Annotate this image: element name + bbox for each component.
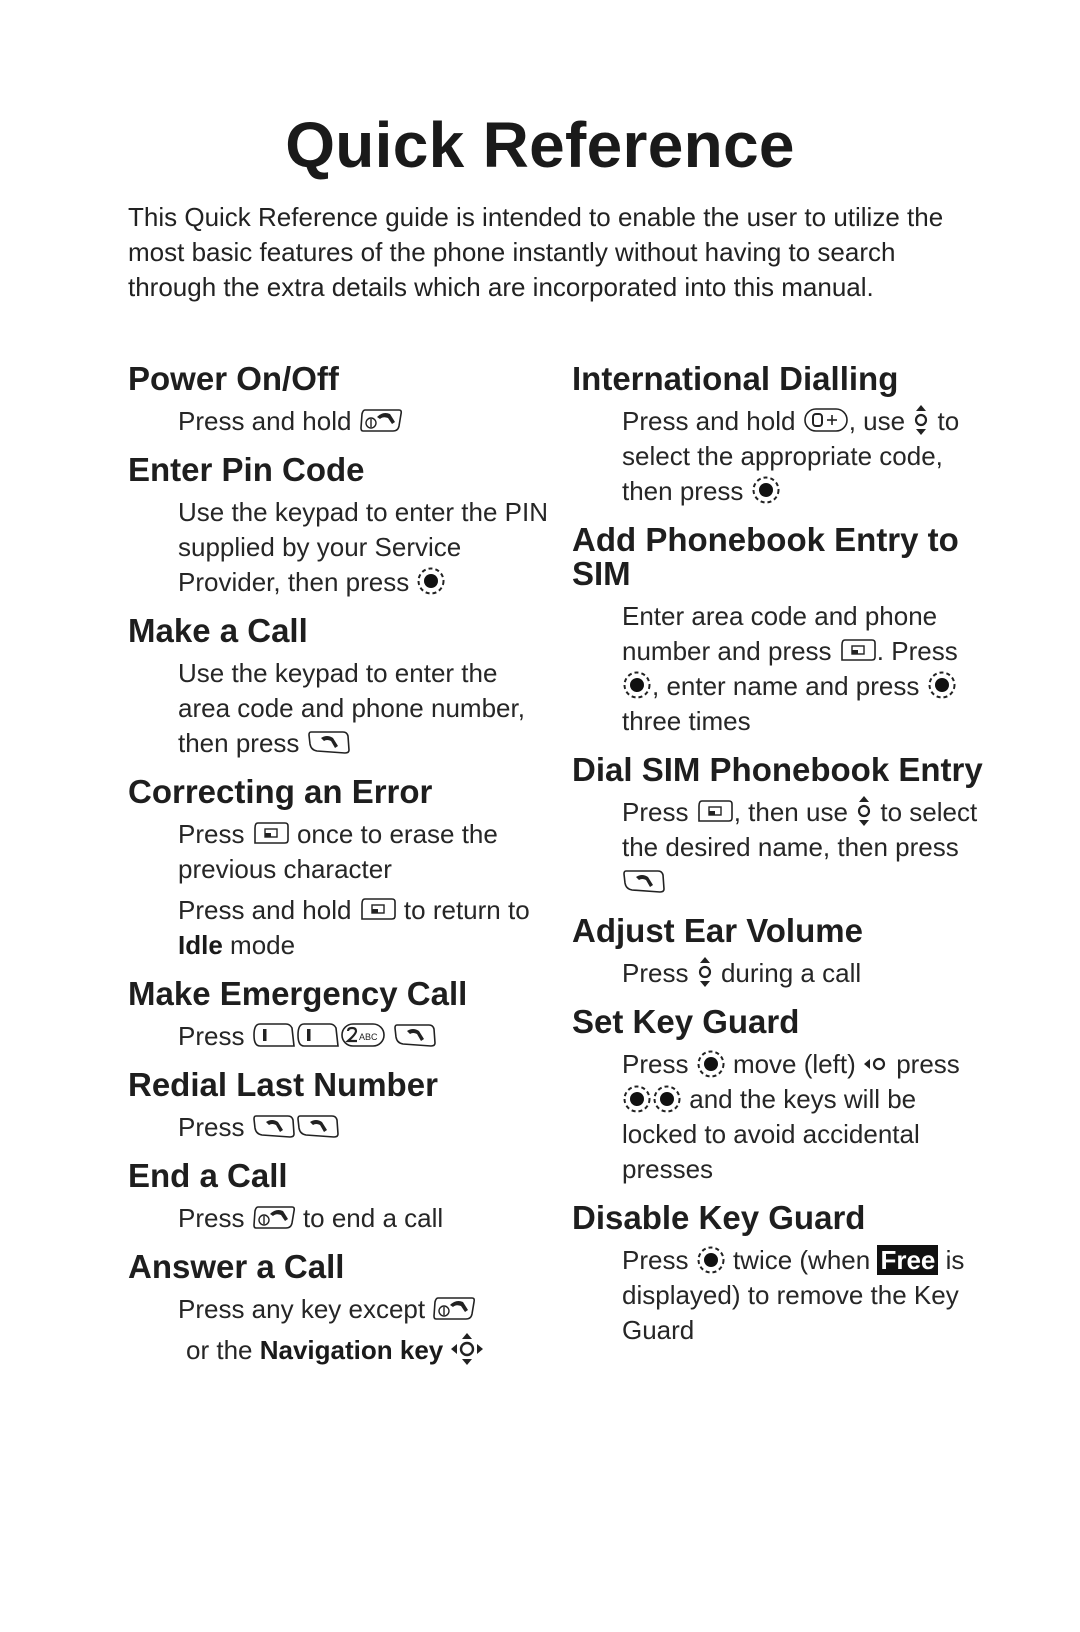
send-key-icon — [622, 867, 666, 895]
instruction-text: Press — [622, 1245, 689, 1276]
section-heading: Make a Call — [128, 612, 308, 649]
instruction-text: . Press — [876, 636, 958, 667]
section-heading: Dial SIM Phonebook Entry — [572, 751, 983, 789]
key-1-icon — [252, 1021, 296, 1049]
section-international-dialling: International Dialling Press and hold , … — [572, 362, 992, 509]
section-heading: Answer a Call — [128, 1248, 345, 1285]
idle-mode-label: Idle — [178, 930, 223, 960]
clear-key-icon — [839, 637, 877, 663]
instruction-text: Press — [622, 1049, 689, 1080]
section-heading: Enter Pin Code — [128, 451, 365, 488]
section-heading: Add Phonebook Entry to SIM — [572, 521, 959, 593]
instruction-text: Press — [622, 797, 689, 828]
instruction-text: press — [896, 1049, 960, 1080]
instruction-text: Press — [178, 1021, 245, 1051]
instruction-text: , enter name and press — [652, 671, 920, 702]
section-correcting-an-error: Correcting an Error Press once to erase … — [128, 775, 548, 963]
section-heading: International Dialling — [572, 360, 899, 397]
instruction-text: twice (when — [732, 1245, 871, 1276]
instruction-text: Press and hold — [622, 406, 796, 436]
left-nav-icon — [863, 1055, 889, 1073]
up-down-nav-icon — [912, 404, 930, 436]
free-status-badge: Free — [877, 1245, 939, 1276]
instruction-text: Press — [178, 1203, 245, 1233]
instruction-text: move (left) — [732, 1049, 856, 1080]
intro-paragraph: This Quick Reference guide is intended t… — [128, 202, 944, 302]
key-1-icon — [296, 1021, 340, 1049]
send-key-icon — [307, 728, 351, 756]
section-heading: Correcting an Error — [128, 773, 433, 810]
up-down-nav-icon — [855, 795, 873, 827]
power-end-key-icon — [432, 1294, 476, 1322]
section-heading: Redial Last Number — [128, 1066, 438, 1103]
instruction-text: , use — [848, 406, 906, 436]
section-heading: Make Emergency Call — [128, 975, 468, 1012]
instruction-text: or the — [186, 1335, 253, 1365]
instruction-text: Press — [178, 819, 245, 849]
page-title: Quick Reference — [285, 109, 795, 181]
send-key-icon — [252, 1112, 296, 1140]
section-disable-key-guard: Disable Key Guard Press twice (when Free… — [572, 1201, 992, 1348]
section-dial-sim-phonebook-entry: Dial SIM Phonebook Entry Press , then us… — [572, 753, 992, 900]
instruction-text: to end a call — [302, 1203, 444, 1233]
section-make-a-call: Make a Call Use the keypad to enter the … — [128, 614, 548, 761]
section-power-on-off: Power On/Off Press and hold — [128, 362, 548, 439]
select-key-icon — [622, 670, 652, 700]
instruction-text: Press any key except — [178, 1294, 426, 1324]
clear-key-icon — [252, 820, 290, 846]
section-set-key-guard: Set Key Guard Press move (left) press an… — [572, 1005, 992, 1187]
instruction-text: mode — [230, 930, 296, 960]
instruction-text: , then use — [733, 797, 848, 828]
select-key-icon — [652, 1084, 682, 1114]
instruction-text: during a call — [720, 958, 862, 989]
left-column: Power On/Off Press and hold Enter Pin Co… — [128, 362, 548, 1383]
instruction-text: Press — [622, 958, 689, 989]
section-add-phonebook-entry: Add Phonebook Entry to SIM Enter area co… — [572, 523, 992, 739]
instruction-text: Press and hold — [178, 406, 352, 436]
instruction-text: to return to — [403, 895, 530, 925]
select-key-icon — [696, 1049, 726, 1079]
instruction-text: Use the keypad to enter the PIN supplied… — [178, 497, 548, 597]
section-make-emergency-call: Make Emergency Call Press — [128, 977, 548, 1054]
instruction-text: Press — [178, 1112, 245, 1142]
key-0-plus-icon — [803, 406, 849, 434]
send-key-icon — [393, 1021, 437, 1049]
navigation-key-label: Navigation key — [259, 1335, 444, 1365]
section-heading: Disable Key Guard — [572, 1199, 866, 1237]
power-end-key-icon — [252, 1203, 296, 1231]
select-key-icon — [696, 1245, 726, 1275]
select-key-icon — [622, 1084, 652, 1114]
send-key-icon — [296, 1112, 340, 1140]
power-end-key-icon — [359, 406, 403, 434]
navigation-key-icon — [450, 1332, 484, 1366]
clear-key-icon — [696, 798, 734, 824]
section-answer-a-call: Answer a Call Press any key except or th… — [128, 1250, 548, 1369]
select-key-icon — [927, 670, 957, 700]
up-down-nav-icon — [696, 956, 714, 988]
section-heading: Set Key Guard — [572, 1003, 800, 1041]
instruction-text: Press and hold — [178, 895, 352, 925]
select-key-icon — [416, 566, 446, 596]
section-redial-last-number: Redial Last Number Press — [128, 1068, 548, 1145]
section-heading: Power On/Off — [128, 360, 339, 397]
section-heading: End a Call — [128, 1157, 288, 1194]
instruction-text: three times — [622, 706, 751, 737]
section-heading: Adjust Ear Volume — [572, 912, 863, 950]
right-column: International Dialling Press and hold , … — [572, 362, 992, 1362]
clear-key-icon — [359, 896, 397, 922]
section-adjust-ear-volume: Adjust Ear Volume Press during a call — [572, 914, 992, 991]
instruction-text: Use the keypad to enter the area code an… — [178, 658, 525, 758]
select-key-icon — [751, 475, 781, 505]
section-enter-pin-code: Enter Pin Code Use the keypad to enter t… — [128, 453, 548, 600]
section-end-a-call: End a Call Press to end a call — [128, 1159, 548, 1236]
key-2abc-icon — [340, 1021, 386, 1049]
